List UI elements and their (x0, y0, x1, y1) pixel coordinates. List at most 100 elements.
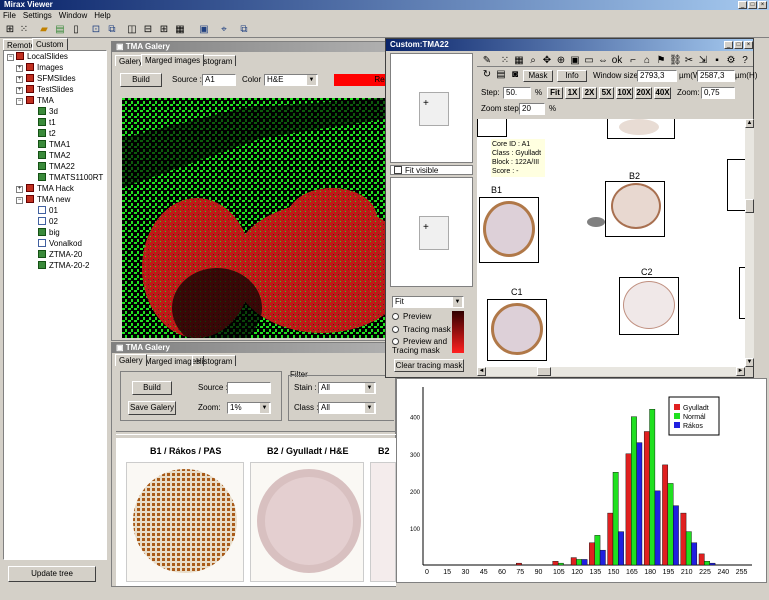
tree-node[interactable]: ZTMA-20-2 (38, 261, 89, 271)
move-icon[interactable]: ⇔ (597, 55, 609, 67)
tree-node[interactable]: Vonalkod (38, 239, 82, 249)
tree-node[interactable]: ZTMA-20 (38, 250, 82, 260)
collapse-icon[interactable]: − (16, 98, 23, 105)
tree-node[interactable]: t2 (38, 129, 56, 139)
slide-tree[interactable]: − LocalSlides + Images + SFMSlides + Tes… (3, 50, 107, 560)
zoom-field[interactable]: 0,75 (701, 87, 735, 99)
preview-radio[interactable]: Preview (392, 312, 431, 321)
tile-icon[interactable]: ▣ (198, 24, 210, 36)
tree-node[interactable]: TMA (26, 96, 54, 106)
scroll-thumb[interactable] (745, 199, 754, 213)
scroll-right-icon[interactable]: ► (736, 367, 745, 376)
document-icon[interactable]: ▯ (70, 24, 82, 36)
zoom-5x-button[interactable]: 5X (599, 87, 614, 99)
collapse-icon[interactable]: − (16, 197, 23, 204)
link-icon[interactable]: ⛓ (669, 55, 682, 67)
tree-icon[interactable]: ⊡ (90, 24, 102, 36)
fit-select[interactable]: Fit ▼ (392, 296, 464, 308)
window-height-field[interactable]: 2587,3 (697, 70, 735, 82)
layout-vertical-icon[interactable]: ◫ (126, 24, 138, 36)
settings-icon[interactable]: ⚙ (725, 55, 737, 67)
slide-icon[interactable]: ▤ (495, 69, 507, 81)
build-button[interactable]: Build (120, 73, 162, 87)
grid-icon[interactable]: ⊞ (4, 24, 16, 36)
red-swatch[interactable]: Red (334, 74, 392, 86)
close-button[interactable]: × (744, 41, 753, 49)
expand-icon[interactable]: + (16, 87, 23, 94)
maximize-button[interactable]: □ (734, 41, 743, 49)
scroll-down-icon[interactable]: ▼ (745, 358, 754, 367)
layout-grid-icon[interactable]: ⊟ (142, 24, 154, 36)
minimize-button[interactable]: _ (738, 1, 747, 9)
menu-settings[interactable]: Settings (23, 10, 52, 21)
tree-node[interactable]: TMA2 (38, 151, 70, 161)
scroll-up-icon[interactable]: ▲ (745, 119, 754, 128)
tree-node[interactable]: TMA Hack (26, 184, 74, 194)
slide-viewer[interactable]: Core ID : A1 Class : Gyulladt Block : 12… (477, 119, 745, 367)
image-icon[interactable]: ▣ (569, 55, 581, 67)
build-button[interactable]: Build (132, 381, 172, 395)
flag-icon[interactable]: ⚑ (655, 55, 667, 67)
tree-node[interactable]: LocalSlides (16, 52, 68, 62)
tab-custom[interactable]: Custom (32, 38, 68, 50)
stain-select[interactable]: All ▼ (318, 382, 376, 394)
window-width-field[interactable]: 2793,3 (637, 70, 677, 82)
tree-node[interactable]: SFMSlides (26, 74, 76, 84)
tree-node[interactable]: TMA1 (38, 140, 70, 150)
help-icon[interactable]: ? (739, 55, 751, 67)
tag-icon[interactable]: ⌂ (641, 55, 653, 67)
grid-icon[interactable]: ⁙ (499, 55, 511, 67)
scroll-thumb[interactable] (537, 367, 551, 376)
rectangle-icon[interactable]: ▭ (583, 55, 595, 67)
zoom-fit-button[interactable]: Fit (547, 87, 563, 99)
collapse-icon[interactable]: − (7, 54, 14, 61)
tracing-mask-radio[interactable]: Tracing mask (392, 325, 451, 334)
thumbnail-b3[interactable] (370, 462, 396, 582)
menu-window[interactable]: Window (59, 10, 87, 21)
tree-node[interactable]: TMA22 (38, 162, 75, 172)
tree-node[interactable]: 01 (38, 206, 58, 216)
grid-dots-icon[interactable]: ⁙ (18, 24, 30, 36)
overview-bottom[interactable]: + (390, 177, 473, 287)
minimize-button[interactable]: _ (724, 41, 733, 49)
source-input[interactable]: A1 (202, 74, 236, 86)
thumbnail-b1[interactable] (126, 462, 244, 582)
close-button[interactable]: × (758, 1, 767, 9)
layout-table-icon[interactable]: ▦ (174, 24, 186, 36)
pan-icon[interactable]: ✥ (541, 55, 553, 67)
merged-image[interactable] (122, 98, 392, 338)
menu-help[interactable]: Help (94, 10, 110, 21)
source-input[interactable] (227, 382, 271, 394)
thumbnail-b2[interactable] (250, 462, 364, 582)
ok-icon[interactable]: ok (611, 55, 623, 67)
maximize-button[interactable]: □ (748, 1, 757, 9)
camera-icon[interactable]: ◙ (509, 69, 521, 81)
zoom-10x-button[interactable]: 10X (616, 87, 633, 99)
scroll-left-icon[interactable]: ◄ (477, 367, 486, 376)
open-folder-icon[interactable]: ▰ (38, 24, 50, 36)
zoom-2x-button[interactable]: 2X (582, 87, 597, 99)
tree-node[interactable]: big (38, 228, 60, 238)
tab-histogram[interactable]: Histogram (192, 355, 237, 366)
save-galery-button[interactable]: Save Galery (128, 401, 176, 415)
pen-icon[interactable]: ✎ (481, 55, 493, 67)
tab-marged-images[interactable]: Marged images (141, 54, 205, 66)
ruler-icon[interactable]: ⌐ (627, 55, 639, 67)
zoom-20x-button[interactable]: 20X (635, 87, 652, 99)
update-tree-button[interactable]: Update tree (8, 566, 96, 582)
fit-visible-checkbox[interactable] (394, 166, 402, 174)
expand-icon[interactable]: + (16, 76, 23, 83)
tree-node[interactable]: 3d (38, 107, 58, 117)
tree-node[interactable]: t1 (38, 118, 56, 128)
tree-node[interactable]: TestSlides (26, 85, 73, 95)
cut-icon[interactable]: ✂ (683, 55, 695, 67)
cascade-icon[interactable]: ⧉ (238, 24, 250, 36)
step-field[interactable]: 50. (503, 87, 531, 99)
tab-galery[interactable]: Galery (115, 354, 147, 366)
zoom-icon[interactable]: ⌕ (527, 55, 539, 67)
save-icon[interactable]: ▪ (711, 55, 723, 67)
class-select[interactable]: All ▼ (318, 402, 376, 414)
slide-icon[interactable]: ▤ (54, 24, 66, 36)
expand-icon[interactable]: + (16, 65, 23, 72)
preview-tracing-radio[interactable]: Preview and Tracing mask (392, 337, 452, 355)
